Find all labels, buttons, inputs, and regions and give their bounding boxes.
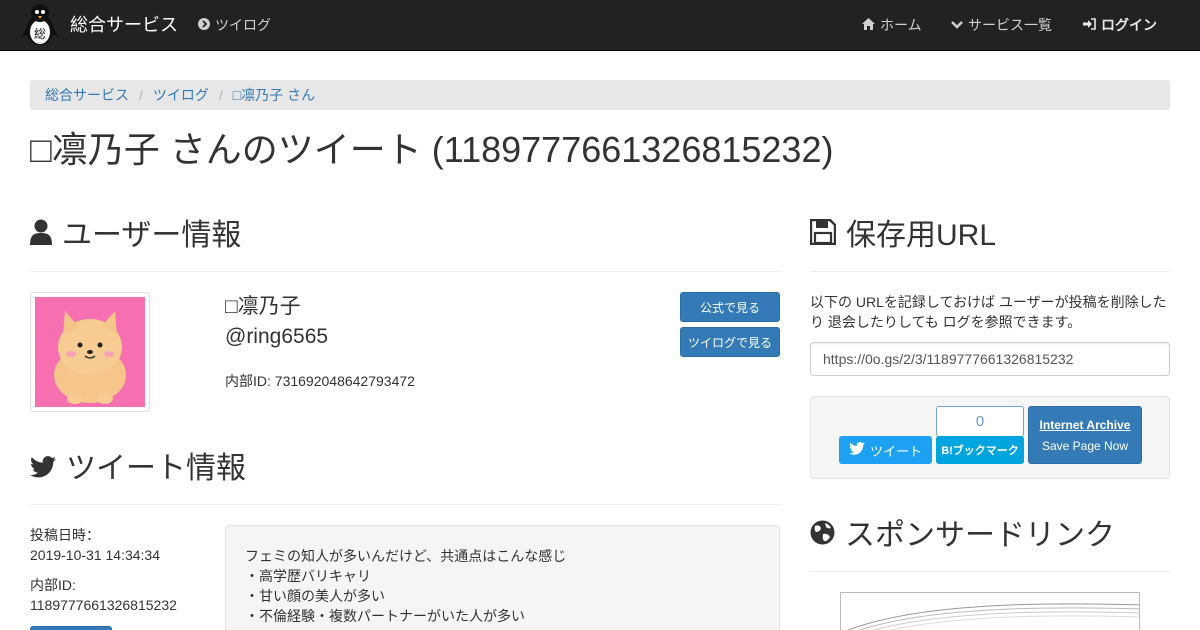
brand-title[interactable]: 総合サービス [70,14,178,36]
navbar: 総 総合サービス ツイログ ホーム サービス一覧 ログイン [0,0,1200,51]
chevron-circle-right-icon [198,16,210,34]
nav-home-label: ホーム [880,17,922,33]
tweet-id-value: 1189777661326815232 [30,597,177,613]
home-icon [862,16,875,34]
user-handle: @ring6565 [225,325,329,348]
breadcrumb-separator: / [139,87,143,103]
user-icon [30,218,52,254]
sponsor-heading: スポンサードリンク [810,518,1115,554]
archive-url-heading: 保存用URL [809,218,997,254]
tweet-id-label: 内部ID: [30,577,76,593]
tweet-action-button[interactable] [30,626,112,630]
view-official-button[interactable]: 公式で見る [680,292,780,322]
internet-archive-subtitle: Save Page Now [1041,439,1129,453]
view-twilog-button[interactable]: ツイログで見る [680,327,780,357]
breadcrumb-home[interactable]: 総合サービス [45,87,129,103]
posted-value: 2019-10-31 14:34:34 [30,547,160,563]
breadcrumb-twilog[interactable]: ツイログ [153,87,209,103]
breadcrumb-separator: / [218,87,223,103]
archive-description: 以下の URLを記録しておけば ユーザーが投稿を削除したり 退会したりしても ロ… [810,294,1167,330]
nav-home-link[interactable]: ホーム [862,16,922,34]
hatena-bookmark-button[interactable]: B!ブックマーク [936,436,1024,464]
avatar-image [35,297,145,407]
user-internal-id: 内部ID: 731692048642793472 [225,373,415,389]
floppy-disk-icon [809,218,837,254]
tweet-text-line: ・高学歴バリキャリ [245,568,371,584]
nav-twilog-label: ツイログ [215,17,271,33]
posted-label: 投稿日時： [30,527,100,543]
tweet-share-button[interactable]: ツイート [839,436,932,464]
tweet-share-label: ツイート [869,443,922,459]
nav-services-link[interactable]: サービス一覧 [951,16,1052,34]
tweet-info-heading-text: ツイート情報 [66,452,246,485]
divider [30,271,780,272]
divider [810,271,1170,272]
tweet-text-line: フェミの知人が多いんだけど、共通点はこんな感じ [245,548,567,564]
archive-url-input[interactable] [810,342,1170,376]
globe-icon [810,518,835,554]
tweet-info-heading: ツイート情報 [30,451,246,487]
archive-url-heading-text: 保存用URL [846,219,997,252]
twitter-bird-icon [849,442,865,458]
page-title: □凛乃子 さんのツイート (1189777661326815232) [30,129,834,170]
sponsor-heading-text: スポンサードリンク [845,519,1115,552]
user-display-name: □凛乃子 [225,295,301,318]
hatena-bookmark-count: 0 [936,406,1024,437]
nav-login-label: ログイン [1101,17,1157,33]
tweet-text-line: ・不倫経験・複数パートナーがいた人が多い [245,608,525,624]
avatar[interactable] [30,292,150,412]
divider [810,571,1170,572]
breadcrumb-user[interactable]: □凛乃子 さん [233,87,315,103]
svg-text:総: 総 [34,27,46,41]
sign-in-icon [1083,16,1096,34]
nav-login-link[interactable]: ログイン [1083,16,1157,34]
nav-twilog-link[interactable]: ツイログ [198,16,271,34]
chevron-down-icon [951,16,963,34]
internet-archive-title: Internet Archive [1039,418,1131,432]
user-info-heading-text: ユーザー情報 [62,219,242,252]
twitter-bird-icon [30,451,56,487]
divider [30,504,780,505]
breadcrumb: 総合サービス / ツイログ / □凛乃子 さん [30,80,1170,110]
tweet-text-box: フェミの知人が多いんだけど、共通点はこんな感じ ・高学歴バリキャリ ・甘い顔の美… [225,525,780,630]
tweet-text-line: ・甘い顔の美人が多い [245,588,385,604]
sponsor-banner[interactable] [840,592,1140,630]
penguin-logo-icon[interactable]: 総 [19,3,61,46]
internet-archive-save-button[interactable]: Internet Archive Save Page Now [1028,406,1142,464]
nav-services-label: サービス一覧 [968,17,1052,33]
user-info-heading: ユーザー情報 [30,218,241,254]
